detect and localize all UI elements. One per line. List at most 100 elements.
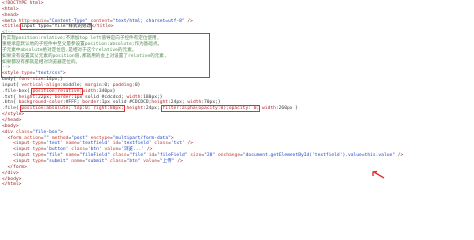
code-token: "text/css": [35, 71, 63, 77]
code-token: >: [60, 129, 63, 135]
code-token: "Content-Type": [49, 18, 88, 24]
code-token: "fileField": [157, 153, 188, 159]
code-line: .file{ position:absolute; top:0; right:8…: [2, 105, 298, 113]
code-token: <div: [2, 129, 16, 135]
code-token: <head>: [2, 12, 19, 18]
code-token: -->: [2, 65, 11, 71]
code-token: name: [68, 158, 83, 164]
code-token: name: [62, 153, 77, 159]
code-token: 为实现position:relative;不添加top left值导是向子控件有…: [2, 36, 160, 42]
code-token: :0}: [132, 82, 141, 88]
code-token: />: [184, 18, 193, 24]
code-token: :24px;: [143, 106, 163, 112]
code-token: <form: [2, 135, 25, 141]
code-token: http-equiv: [18, 18, 47, 24]
code-token: body{: [2, 77, 19, 83]
highlighted-token: position:relative;: [31, 87, 84, 95]
code-token: :middle;: [60, 82, 86, 88]
code-token: :1px solid #CDCDCD;: [98, 100, 152, 106]
code-token: 'text': [46, 141, 63, 147]
code-token: "file": [129, 153, 146, 159]
code-token: >: [62, 71, 66, 77]
code-token: >: [170, 135, 174, 141]
code-token: />: [395, 153, 404, 159]
code-token: :22px;: [35, 94, 55, 100]
code-token: padding: [112, 82, 133, 88]
code-token: width: [259, 106, 276, 112]
code-token: border: [54, 94, 72, 100]
code-token: 'btn': [87, 147, 102, 153]
code-token: action: [24, 135, 41, 141]
code-token: width: [82, 88, 97, 94]
code-token: enctype: [87, 135, 110, 141]
code-token: :340px}: [96, 88, 116, 94]
code-token: <title>: [2, 24, 22, 30]
code-token: class: [15, 129, 30, 135]
code-token: </style>: [2, 112, 25, 118]
code-token: 'button': [46, 147, 69, 153]
code-token: .btn{: [2, 100, 19, 106]
code-token: </div>: [2, 170, 19, 176]
code-token: <style: [2, 71, 22, 77]
code-token: <body>: [2, 123, 19, 129]
code-token: "fileField": [79, 153, 110, 159]
code-token: height: [123, 106, 144, 112]
code-token: method: [49, 135, 69, 141]
code-line: 如果都没有那就是相对浏览器定位的。: [2, 60, 80, 66]
code-token: type: [32, 147, 44, 153]
code-token: background-color: [18, 100, 63, 106]
code-token: onchange: [215, 153, 241, 159]
highlighted-token: input type="file"样式的修改: [20, 23, 93, 31]
code-token: :#FFF;: [62, 100, 83, 106]
code-token: "file-box": [32, 129, 61, 135]
code-token: class: [109, 153, 127, 159]
code-line: <title>input type="file"样式的修改</title>: [2, 23, 114, 31]
code-token: font-size: [18, 77, 44, 83]
code-token: input{: [2, 82, 22, 88]
highlighted-token: filter:alpha(opacity:0);opacity: 0;: [161, 105, 261, 113]
code-token: <input: [2, 141, 33, 147]
code-token: value: [101, 147, 119, 153]
code-token: 重继承是默认地的子控件中至父量参设置position:absolute;作为基础…: [2, 41, 163, 47]
code-token: border: [82, 100, 99, 106]
code-token: </form>: [2, 164, 27, 170]
code-token: "btn": [126, 158, 141, 164]
code-token: />: [174, 158, 183, 164]
code-token: :0;: [101, 82, 113, 88]
code-token: </body>: [2, 176, 22, 182]
code-token: type: [32, 153, 44, 159]
code-token: class: [107, 158, 124, 164]
code-token: 如果都没有那就是相对浏览器定位的。: [2, 59, 81, 65]
code-token: vertical-align: [21, 82, 61, 88]
code-token: "multipart/form-data": [112, 135, 171, 141]
code-token: <input: [2, 153, 33, 159]
code-token: </title>: [91, 24, 114, 30]
code-token: <!--: [2, 30, 14, 36]
code-token: <meta: [2, 18, 19, 24]
code-token: type: [32, 141, 44, 147]
code-token: value: [140, 158, 158, 164]
code-token: class: [68, 147, 86, 153]
code-token: 'txt': [170, 141, 185, 147]
code-token: 'textfield': [121, 141, 152, 147]
highlighted-token: position:absolute; top:0; right:80px;: [20, 105, 125, 113]
code-token: :70px;}: [201, 100, 221, 106]
code-token: .file{: [2, 106, 22, 112]
code-token: "text/html; charset=utf-8": [112, 18, 185, 24]
code-token: "file": [46, 153, 63, 159]
code-token: width: [126, 94, 141, 100]
code-token: <input: [2, 147, 33, 153]
code-token: :14px;}: [43, 77, 63, 83]
arrow-left-icon: [372, 170, 385, 179]
code-token: height: [151, 100, 169, 106]
code-token: name: [62, 141, 77, 147]
code-token: type: [32, 158, 44, 164]
code-token: '浏览...': [121, 147, 145, 153]
code-token: "document.getElementById('textfield').va…: [242, 153, 396, 159]
code-token: .file-box{: [2, 88, 33, 94]
code-token: content: [87, 18, 110, 24]
code-editor[interactable]: <!DOCTYPE html> <html> <head> <meta http-eq…: [0, 0, 474, 218]
code-token: <!DOCTYPE html>: [2, 1, 44, 6]
code-token: :24px;: [168, 100, 188, 106]
code-line: <input type="submit" name="submit" class…: [2, 159, 183, 165]
